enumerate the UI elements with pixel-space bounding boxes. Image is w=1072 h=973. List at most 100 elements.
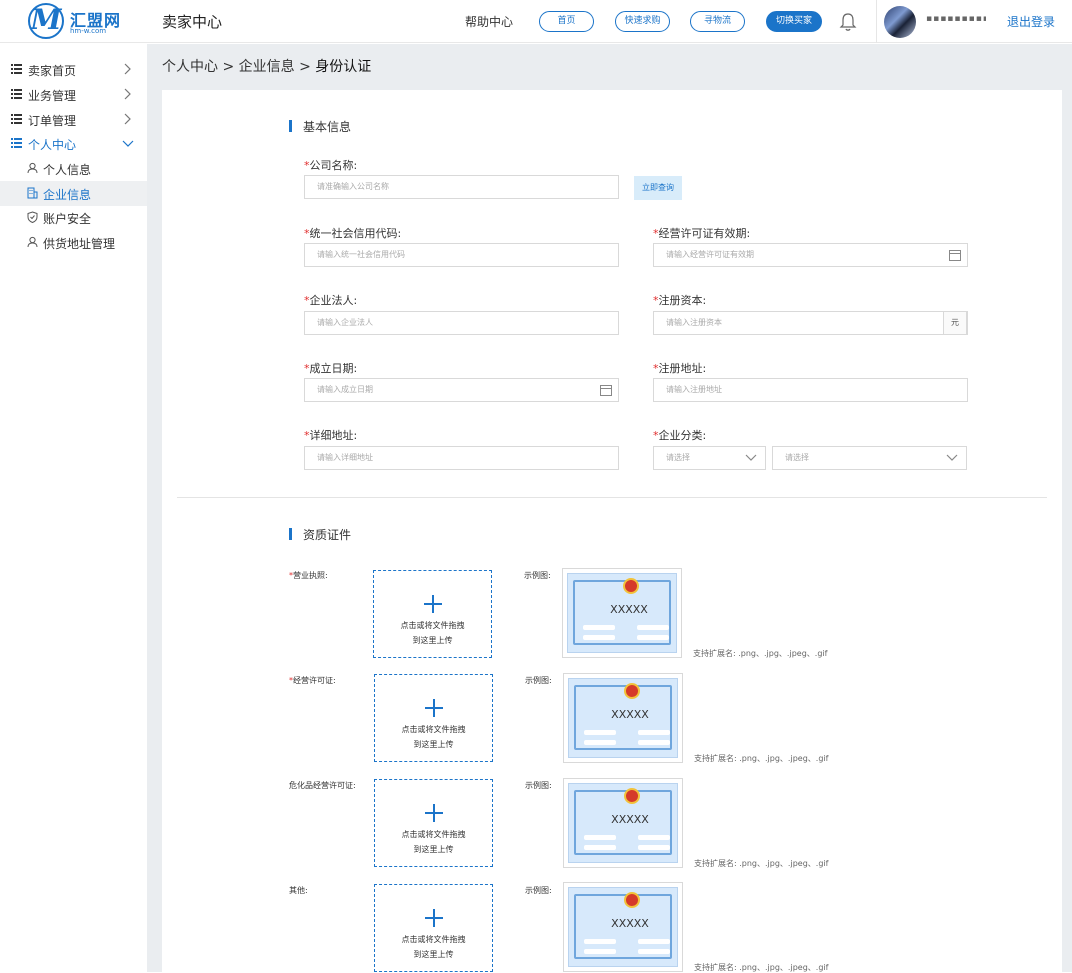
category-select-primary[interactable]: 请选择 (653, 446, 766, 470)
select-placeholder: 请选择 (666, 453, 690, 462)
calendar-icon[interactable] (600, 384, 612, 396)
label-text: 经营许可证: (293, 676, 336, 685)
sample-line (638, 939, 670, 944)
upload-box-business-license[interactable]: 点击或将文件拖拽 到这里上传 (373, 570, 492, 658)
legal-person-label: *企业法人: (304, 292, 357, 308)
reg-address-label: *注册地址: (653, 360, 706, 376)
section-title-basic-info: 基本信息 (289, 118, 351, 135)
breadcrumb: 个人中心 > 企业信息 > 身份认证 (162, 56, 371, 76)
help-center-link[interactable]: 帮助中心 (465, 13, 513, 30)
site-logo[interactable]: M 汇盟网 hm-w.com (28, 3, 120, 41)
calendar-icon[interactable] (949, 249, 961, 261)
chevron-right-icon (124, 63, 131, 75)
upload-label-other: 其他: (289, 885, 308, 896)
upload-hint-line2: 到这里上传 (413, 950, 454, 959)
sample-card: XXXXX (568, 783, 678, 863)
app-title: 卖家中心 (162, 13, 223, 31)
label-text: 公司名称: (309, 159, 358, 172)
sample-line (638, 835, 670, 840)
sample-line (637, 625, 669, 630)
user-icon (27, 162, 38, 174)
sidebar-subitem-label: 供货地址管理 (43, 237, 116, 251)
sample-card: XXXXX (568, 887, 678, 967)
upload-hint-line1: 点击或将文件拖拽 (401, 725, 466, 734)
reg-capital-input[interactable]: 请输入注册资本 元 (653, 311, 968, 335)
sample-frame: XXXXX (574, 683, 672, 750)
company-name-input[interactable]: 请准确输入公司名称 (304, 175, 619, 199)
sidebar-item-personal-center[interactable]: 个人中心 (0, 131, 147, 156)
national-emblem-icon (624, 683, 640, 699)
upload-box-hazardous-license[interactable]: 点击或将文件拖拽 到这里上传 (374, 779, 493, 867)
find-logistics-button[interactable]: 寻物流 (690, 11, 745, 32)
extension-note: 支持扩展名: .png、.jpg、.jpeg、.gif (694, 754, 829, 763)
logo-subtext: hm-w.com (70, 27, 107, 35)
label-text: 成立日期: (309, 362, 358, 375)
credit-code-input[interactable]: 请输入统一社会信用代码 (304, 243, 619, 267)
sample-line (583, 635, 615, 640)
section-divider (177, 497, 1047, 498)
logout-link[interactable]: 退出登录 (1007, 13, 1055, 30)
building-icon (27, 187, 38, 199)
company-name-label: *公司名称: (304, 157, 357, 173)
chevron-down-icon (745, 454, 757, 461)
license-validity-label: *经营许可证有效期: (653, 225, 750, 241)
upload-label-business-license: *营业执照: (289, 570, 328, 581)
chevron-right-icon (124, 88, 131, 100)
sidebar-item-orders[interactable]: 订单管理 (0, 107, 147, 132)
input-placeholder: 请输入注册资本 (666, 318, 722, 327)
detail-address-input[interactable]: 请输入详细地址 (304, 446, 619, 470)
example-label: 示例图: (524, 571, 551, 580)
upload-box-other[interactable]: 点击或将文件拖拽 到这里上传 (374, 884, 493, 972)
upload-hint-line1: 点击或将文件拖拽 (401, 830, 466, 839)
logo-mark-icon: M (28, 3, 64, 39)
sidebar-subitem-personal-info[interactable]: 个人信息 (0, 156, 147, 181)
example-label: 示例图: (525, 781, 552, 790)
license-validity-input[interactable]: 请输入经营许可证有效期 (653, 243, 968, 267)
sidebar-item-seller-home[interactable]: 卖家首页 (0, 57, 147, 82)
input-placeholder: 请输入成立日期 (317, 385, 373, 394)
sidebar-subitem-supply-address[interactable]: 供货地址管理 (0, 230, 147, 255)
label-text: 注册资本: (658, 294, 707, 307)
upload-label-operating-license: *经营许可证: (289, 675, 336, 686)
label-text: 详细地址: (309, 429, 358, 442)
upload-hint-line2: 到这里上传 (413, 740, 454, 749)
found-date-label: *成立日期: (304, 360, 357, 376)
reg-address-input[interactable]: 请输入注册地址 (653, 378, 968, 402)
upload-hint-line1: 点击或将文件拖拽 (401, 935, 466, 944)
sample-text: XXXXX (611, 813, 649, 826)
home-button[interactable]: 首页 (539, 11, 594, 32)
sidebar-item-label: 业务管理 (28, 89, 77, 103)
sample-line (584, 949, 616, 954)
upload-box-operating-license[interactable]: 点击或将文件拖拽 到这里上传 (374, 674, 493, 762)
label-text: 企业分类: (658, 429, 707, 442)
sample-line (584, 835, 616, 840)
chevron-down-icon (946, 454, 958, 461)
extension-note: 支持扩展名: .png、.jpg、.jpeg、.gif (694, 859, 829, 868)
sidebar-subitem-label: 企业信息 (43, 188, 92, 202)
sample-text: XXXXX (611, 708, 649, 721)
sample-line (638, 949, 670, 954)
national-emblem-icon (624, 892, 640, 908)
quick-purchase-button[interactable]: 快速求购 (615, 11, 670, 32)
chevron-down-icon (122, 140, 134, 147)
select-placeholder: 请选择 (785, 453, 809, 462)
sidebar-subitem-label: 个人信息 (43, 163, 92, 177)
user-avatar[interactable] (884, 6, 916, 38)
list-icon (11, 138, 22, 148)
switch-buyer-button[interactable]: 切换买家 (766, 11, 822, 32)
sidebar-subitem-company-info[interactable]: 企业信息 (0, 181, 147, 206)
found-date-input[interactable]: 请输入成立日期 (304, 378, 619, 402)
label-text: 经营许可证有效期: (658, 227, 751, 240)
query-now-button[interactable]: 立即查询 (634, 176, 682, 200)
sidebar-item-business[interactable]: 业务管理 (0, 82, 147, 107)
bell-icon[interactable] (839, 12, 857, 32)
sample-line (638, 730, 670, 735)
sample-certificate-image: XXXXX (562, 568, 682, 658)
sample-frame: XXXXX (573, 578, 671, 645)
sample-line (584, 730, 616, 735)
extension-note: 支持扩展名: .png、.jpg、.jpeg、.gif (693, 649, 828, 658)
sidebar-subitem-account-security[interactable]: 账户安全 (0, 205, 147, 230)
sample-line (584, 740, 616, 745)
legal-person-input[interactable]: 请输入企业法人 (304, 311, 619, 335)
category-select-secondary[interactable]: 请选择 (772, 446, 967, 470)
